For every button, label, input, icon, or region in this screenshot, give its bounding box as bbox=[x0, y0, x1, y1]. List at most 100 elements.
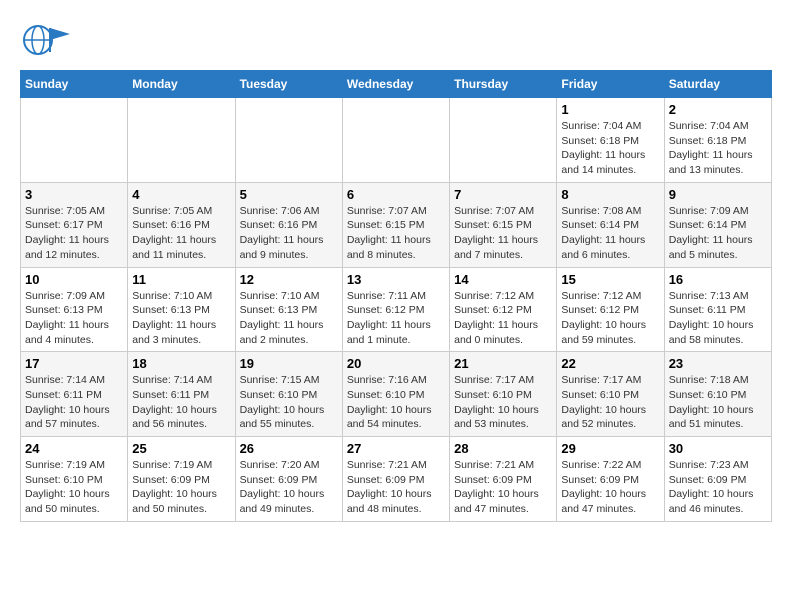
day-number: 25 bbox=[132, 441, 230, 456]
calendar-week-row: 17 Sunrise: 7:14 AM Sunset: 6:11 PM Dayli… bbox=[21, 352, 772, 437]
weekday-header: Monday bbox=[128, 71, 235, 98]
day-info: Sunrise: 7:14 AM Sunset: 6:11 PM Dayligh… bbox=[132, 373, 230, 432]
calendar-cell: 6 Sunrise: 7:07 AM Sunset: 6:15 PM Daylig… bbox=[342, 182, 449, 267]
day-number: 3 bbox=[25, 187, 123, 202]
weekday-header: Saturday bbox=[664, 71, 771, 98]
calendar-cell: 9 Sunrise: 7:09 AM Sunset: 6:14 PM Daylig… bbox=[664, 182, 771, 267]
day-info: Sunrise: 7:10 AM Sunset: 6:13 PM Dayligh… bbox=[132, 289, 230, 348]
calendar-cell: 15 Sunrise: 7:12 AM Sunset: 6:12 PM Dayli… bbox=[557, 267, 664, 352]
weekday-header: Friday bbox=[557, 71, 664, 98]
day-info: Sunrise: 7:05 AM Sunset: 6:16 PM Dayligh… bbox=[132, 204, 230, 263]
day-info: Sunrise: 7:12 AM Sunset: 6:12 PM Dayligh… bbox=[454, 289, 552, 348]
calendar-cell: 16 Sunrise: 7:13 AM Sunset: 6:11 PM Dayli… bbox=[664, 267, 771, 352]
calendar-cell: 4Sunrise: 7:05 AM Sunset: 6:16 PM Daylig… bbox=[128, 182, 235, 267]
weekday-header: Tuesday bbox=[235, 71, 342, 98]
calendar-week-row: 24Sunrise: 7:19 AM Sunset: 6:10 PM Dayli… bbox=[21, 437, 772, 522]
calendar-cell: 29Sunrise: 7:22 AM Sunset: 6:09 PM Dayli… bbox=[557, 437, 664, 522]
day-number: 15 bbox=[561, 272, 659, 287]
day-number: 23 bbox=[669, 356, 767, 371]
calendar-cell: 27 Sunrise: 7:21 AM Sunset: 6:09 PM Dayli… bbox=[342, 437, 449, 522]
day-info: Sunrise: 7:13 AM Sunset: 6:11 PM Dayligh… bbox=[669, 289, 767, 348]
day-number: 16 bbox=[669, 272, 767, 287]
day-number: 27 bbox=[347, 441, 445, 456]
calendar-cell bbox=[342, 98, 449, 183]
day-info: Sunrise: 7:04 AM Sunset: 6:18 PM Dayligh… bbox=[561, 119, 659, 178]
day-info: Sunrise: 7:23 AM Sunset: 6:09 PM Dayligh… bbox=[669, 458, 767, 517]
calendar-cell: 21 Sunrise: 7:17 AM Sunset: 6:10 PM Dayli… bbox=[450, 352, 557, 437]
day-info: Sunrise: 7:07 AM Sunset: 6:15 PM Dayligh… bbox=[347, 204, 445, 263]
calendar-cell: 1Sunrise: 7:04 AM Sunset: 6:18 PM Daylig… bbox=[557, 98, 664, 183]
calendar-week-row: 10 Sunrise: 7:09 AM Sunset: 6:13 PM Dayli… bbox=[21, 267, 772, 352]
calendar-cell: 2 Sunrise: 7:04 AM Sunset: 6:18 PM Daylig… bbox=[664, 98, 771, 183]
calendar-cell: 20 Sunrise: 7:16 AM Sunset: 6:10 PM Dayli… bbox=[342, 352, 449, 437]
day-number: 14 bbox=[454, 272, 552, 287]
day-number: 2 bbox=[669, 102, 767, 117]
calendar-cell bbox=[235, 98, 342, 183]
day-info: Sunrise: 7:11 AM Sunset: 6:12 PM Dayligh… bbox=[347, 289, 445, 348]
day-number: 12 bbox=[240, 272, 338, 287]
day-info: Sunrise: 7:21 AM Sunset: 6:09 PM Dayligh… bbox=[454, 458, 552, 517]
calendar-cell: 28 Sunrise: 7:21 AM Sunset: 6:09 PM Dayli… bbox=[450, 437, 557, 522]
day-number: 10 bbox=[25, 272, 123, 287]
day-number: 18 bbox=[132, 356, 230, 371]
day-number: 30 bbox=[669, 441, 767, 456]
calendar-cell: 25 Sunrise: 7:19 AM Sunset: 6:09 PM Dayli… bbox=[128, 437, 235, 522]
calendar-cell bbox=[21, 98, 128, 183]
day-number: 17 bbox=[25, 356, 123, 371]
day-info: Sunrise: 7:08 AM Sunset: 6:14 PM Dayligh… bbox=[561, 204, 659, 263]
day-number: 8 bbox=[561, 187, 659, 202]
day-info: Sunrise: 7:06 AM Sunset: 6:16 PM Dayligh… bbox=[240, 204, 338, 263]
day-info: Sunrise: 7:09 AM Sunset: 6:13 PM Dayligh… bbox=[25, 289, 123, 348]
day-info: Sunrise: 7:05 AM Sunset: 6:17 PM Dayligh… bbox=[25, 204, 123, 263]
calendar-cell: 3 Sunrise: 7:05 AM Sunset: 6:17 PM Daylig… bbox=[21, 182, 128, 267]
calendar-cell: 22 Sunrise: 7:17 AM Sunset: 6:10 PM Dayli… bbox=[557, 352, 664, 437]
calendar-cell: 12 Sunrise: 7:10 AM Sunset: 6:13 PM Dayli… bbox=[235, 267, 342, 352]
logo bbox=[20, 20, 74, 60]
day-info: Sunrise: 7:15 AM Sunset: 6:10 PM Dayligh… bbox=[240, 373, 338, 432]
calendar-header-row: SundayMondayTuesdayWednesdayThursdayFrid… bbox=[21, 71, 772, 98]
calendar-cell bbox=[450, 98, 557, 183]
day-info: Sunrise: 7:20 AM Sunset: 6:09 PM Dayligh… bbox=[240, 458, 338, 517]
day-number: 26 bbox=[240, 441, 338, 456]
calendar-cell: 8 Sunrise: 7:08 AM Sunset: 6:14 PM Daylig… bbox=[557, 182, 664, 267]
day-number: 21 bbox=[454, 356, 552, 371]
calendar-cell: 14 Sunrise: 7:12 AM Sunset: 6:12 PM Dayli… bbox=[450, 267, 557, 352]
calendar-cell bbox=[128, 98, 235, 183]
day-info: Sunrise: 7:16 AM Sunset: 6:10 PM Dayligh… bbox=[347, 373, 445, 432]
day-info: Sunrise: 7:14 AM Sunset: 6:11 PM Dayligh… bbox=[25, 373, 123, 432]
day-number: 28 bbox=[454, 441, 552, 456]
calendar-cell: 30 Sunrise: 7:23 AM Sunset: 6:09 PM Dayli… bbox=[664, 437, 771, 522]
calendar-cell: 17 Sunrise: 7:14 AM Sunset: 6:11 PM Dayli… bbox=[21, 352, 128, 437]
day-info: Sunrise: 7:17 AM Sunset: 6:10 PM Dayligh… bbox=[561, 373, 659, 432]
day-info: Sunrise: 7:22 AM Sunset: 6:09 PM Dayligh… bbox=[561, 458, 659, 517]
page-header bbox=[20, 20, 772, 60]
calendar-cell: 5 Sunrise: 7:06 AM Sunset: 6:16 PM Daylig… bbox=[235, 182, 342, 267]
calendar-cell: 24Sunrise: 7:19 AM Sunset: 6:10 PM Dayli… bbox=[21, 437, 128, 522]
day-number: 24 bbox=[25, 441, 123, 456]
day-info: Sunrise: 7:18 AM Sunset: 6:10 PM Dayligh… bbox=[669, 373, 767, 432]
day-info: Sunrise: 7:21 AM Sunset: 6:09 PM Dayligh… bbox=[347, 458, 445, 517]
weekday-header: Thursday bbox=[450, 71, 557, 98]
calendar-week-row: 1Sunrise: 7:04 AM Sunset: 6:18 PM Daylig… bbox=[21, 98, 772, 183]
calendar-cell: 19 Sunrise: 7:15 AM Sunset: 6:10 PM Dayli… bbox=[235, 352, 342, 437]
calendar-cell: 23 Sunrise: 7:18 AM Sunset: 6:10 PM Dayli… bbox=[664, 352, 771, 437]
day-info: Sunrise: 7:19 AM Sunset: 6:09 PM Dayligh… bbox=[132, 458, 230, 517]
day-number: 5 bbox=[240, 187, 338, 202]
logo-icon bbox=[20, 20, 70, 60]
day-number: 22 bbox=[561, 356, 659, 371]
day-number: 20 bbox=[347, 356, 445, 371]
calendar-week-row: 3 Sunrise: 7:05 AM Sunset: 6:17 PM Daylig… bbox=[21, 182, 772, 267]
day-info: Sunrise: 7:09 AM Sunset: 6:14 PM Dayligh… bbox=[669, 204, 767, 263]
day-number: 6 bbox=[347, 187, 445, 202]
day-info: Sunrise: 7:04 AM Sunset: 6:18 PM Dayligh… bbox=[669, 119, 767, 178]
calendar-cell: 13 Sunrise: 7:11 AM Sunset: 6:12 PM Dayli… bbox=[342, 267, 449, 352]
weekday-header: Wednesday bbox=[342, 71, 449, 98]
day-number: 9 bbox=[669, 187, 767, 202]
day-number: 19 bbox=[240, 356, 338, 371]
day-info: Sunrise: 7:12 AM Sunset: 6:12 PM Dayligh… bbox=[561, 289, 659, 348]
day-number: 13 bbox=[347, 272, 445, 287]
day-info: Sunrise: 7:10 AM Sunset: 6:13 PM Dayligh… bbox=[240, 289, 338, 348]
day-number: 11 bbox=[132, 272, 230, 287]
day-info: Sunrise: 7:17 AM Sunset: 6:10 PM Dayligh… bbox=[454, 373, 552, 432]
calendar-cell: 18 Sunrise: 7:14 AM Sunset: 6:11 PM Dayli… bbox=[128, 352, 235, 437]
